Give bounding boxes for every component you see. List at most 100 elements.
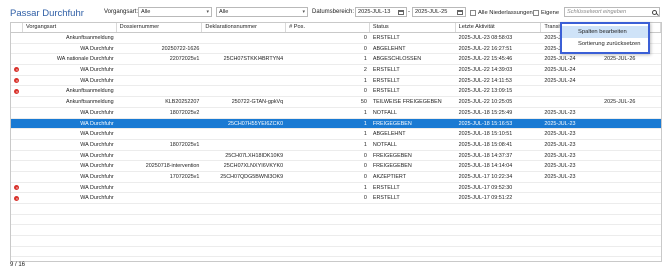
cell-extra <box>601 161 661 171</box>
cell-vorgangsart: Ankunftsanmeldung <box>66 35 114 41</box>
cell-transitfrist: 2025-JUL-24 <box>544 56 576 63</box>
cell-letzte-aktivitaet: 2025-JUL-22 10:25:05 <box>458 99 513 106</box>
menu-item-spalten-bearbeiten[interactable]: Spalten bearbeiten <box>562 26 648 38</box>
cell-vorgangsart: WA Durchfuhr <box>80 109 114 116</box>
table-row[interactable]: × WA Durchfuhr 1 ERSTELLT 2025-JUL-22 14:11:… <box>11 76 661 87</box>
status-icon-cell: × <box>11 193 23 203</box>
cell-extra <box>601 86 661 96</box>
cell-transitfrist: 2025-JUL-24 <box>544 67 576 74</box>
status-icon-cell: × <box>11 65 23 75</box>
cell-status: AKZEPTIERT <box>372 173 407 180</box>
status-icon-cell <box>11 172 23 182</box>
error-icon: × <box>14 78 20 84</box>
cell-status: FREIGEGEBEN <box>372 120 412 127</box>
cell-letzte-aktivitaet: 2025-JUL-18 15:16:53 <box>458 120 513 127</box>
status-icon-cell: × <box>11 183 23 193</box>
table-row[interactable]: WA Durchfuhr 25CH07H55YEI6ZCK0 1 FREIGEGEBE… <box>11 118 661 130</box>
cell-letzte-aktivitaet: 2025-JUL-22 14:39:03 <box>458 67 513 74</box>
cell-status: ERSTELLT <box>372 35 400 41</box>
cell-status: ABGELEHNT <box>372 131 406 138</box>
status-icon-cell <box>11 129 23 139</box>
column-header-deklarationsnummer[interactable]: Deklarationsnummer <box>202 23 287 32</box>
cell-dossiernummer <box>117 193 203 203</box>
cell-vorgangsart: Ankunftsanmeldung <box>66 88 114 95</box>
cell-deklarationsnummer <box>202 193 286 203</box>
error-icon: × <box>14 195 20 201</box>
status-icon-cell <box>11 97 23 107</box>
vorgangsart-select[interactable]: Alle ▾ <box>138 7 212 17</box>
empty-row <box>11 257 661 261</box>
cell-pos: 0 <box>363 195 367 202</box>
column-header-dossiernummer[interactable]: Dossiernummer <box>117 23 203 32</box>
cell-status: ABGELEHNT <box>372 45 406 52</box>
second-filter-select[interactable]: Alle ▾ <box>216 7 308 17</box>
cell-extra <box>601 65 661 75</box>
table-row[interactable]: WA Durchfuhr 20250718-intervention 25CH07X… <box>11 161 661 172</box>
cell-deklarationsnummer <box>202 129 286 139</box>
table-row[interactable]: × WA Durchfuhr 0 ERSTELLT 2025-JUL-17 09:51:… <box>11 193 661 204</box>
cell-deklarationsnummer <box>202 140 286 150</box>
cell-pos: 0 <box>363 152 367 159</box>
cell-letzte-aktivitaet: 2025-JUL-23 08:58:03 <box>458 35 513 41</box>
column-header-letzte-aktivitaet[interactable]: Letzte Aktivität <box>456 23 542 32</box>
row-counter: 9 / 16 <box>10 262 26 268</box>
calendar-icon[interactable] <box>457 9 463 15</box>
cell-dossiernummer: 17072025v1 <box>169 173 200 180</box>
cell-pos: 0 <box>363 163 367 170</box>
cell-dossiernummer: 18072025v1 <box>169 141 200 148</box>
table-row[interactable]: WA Durchfuhr 18072025v2 1 NOTFALL 2025-JUL-1… <box>11 108 661 119</box>
second-filter-value: Alle <box>219 8 229 15</box>
page-title: Passar Durchfuhr <box>10 8 84 19</box>
alle-niederlassungen-checkbox[interactable]: Alle Niederlassungen <box>470 8 533 18</box>
table-row[interactable]: × WA Durchfuhr 2 ERSTELLT 2025-JUL-22 14:39:… <box>11 65 661 76</box>
status-icon-cell <box>11 119 23 129</box>
cell-transitfrist: 2025-JUL-24 <box>544 77 576 84</box>
table-row[interactable]: WA Durchfuhr 17072025v1 25CH07QDG5BWNI3OK9… <box>11 172 661 183</box>
table-row[interactable]: × WA Durchfuhr 1 ERSTELLT 2025-JUL-17 09:52:… <box>11 183 661 194</box>
cell-deklarationsnummer <box>202 86 286 96</box>
cell-pos: 1 <box>363 77 367 84</box>
table-row[interactable]: × Ankunftsanmeldung 0 ERSTELLT 2025-JUL-22 1… <box>11 86 661 98</box>
column-header-vorgangsart[interactable]: Vorgangsart <box>23 23 117 32</box>
cell-vorgangsart: Ankunftsanmeldung <box>66 99 114 106</box>
cell-status: ERSTELLT <box>372 184 400 191</box>
cell-pos: 1 <box>363 109 367 116</box>
eigene-checkbox[interactable]: Eigene <box>533 8 559 18</box>
column-header-status-icon[interactable] <box>11 23 23 32</box>
cell-letzte-aktivitaet: 2025-JUL-22 13:09:15 <box>458 88 513 95</box>
date-from-input[interactable]: 2025-JUL-13 <box>355 7 407 17</box>
cell-deklarationsnummer: 250722-GTAN-gpkVq <box>231 99 284 106</box>
cell-dossiernummer <box>117 129 203 139</box>
table-row[interactable]: WA Durchfuhr 18072025v1 1 NOTFALL 2025-JUL-1… <box>11 140 661 151</box>
search-input[interactable]: Schlüsselwort eingeben <box>564 7 660 17</box>
cell-transitfrist: 2025-JUL-23 <box>544 173 576 180</box>
search-icon[interactable] <box>652 9 657 15</box>
cell-letzte-aktivitaet: 2025-JUL-18 15:10:51 <box>458 131 513 138</box>
cell-vorgangsart: WA Durchfuhr <box>80 120 114 127</box>
checkbox-box[interactable] <box>533 10 539 16</box>
menu-item-sortierung-zuruecksetzen[interactable]: Sortierung zurücksetzen <box>562 38 648 50</box>
table-row[interactable]: WA Durchfuhr 25CH07LXH18IDK10K9 0 FREIGEGEB… <box>11 151 661 162</box>
table-row[interactable]: WA nationale Durchfuhr 22072025v1 25CH07ST… <box>11 54 661 66</box>
cell-extra <box>601 108 661 118</box>
table-row[interactable]: WA Durchfuhr 1 ABGELEHNT 2025-JUL-18 15:10:… <box>11 129 661 140</box>
cell-deklarationsnummer: 25CH07XLNXYI6VKYK0 <box>223 163 284 170</box>
cell-status: NOTFALL <box>372 141 397 148</box>
checkbox-box[interactable] <box>470 10 476 16</box>
cell-transitfrist: 2025-JUL-23 <box>544 163 576 170</box>
cell-deklarationsnummer: 25CH07LXH18IDK10K9 <box>225 152 284 159</box>
table-row[interactable]: Ankunftsanmeldung KLB20252207 250722-GTAN-… <box>11 97 661 108</box>
column-header-pos[interactable]: # Pos. <box>286 23 370 32</box>
cell-extra <box>601 76 661 86</box>
cell-letzte-aktivitaet: 2025-JUL-18 15:25:49 <box>458 109 513 116</box>
calendar-icon[interactable] <box>398 9 404 15</box>
cell-transitfrist: 2025-JUL-23 <box>544 152 576 159</box>
date-to-input[interactable]: 2025-JUL-25 <box>412 7 466 17</box>
status-icon-cell <box>11 44 23 54</box>
chevron-down-icon: ▾ <box>302 8 305 15</box>
cell-status: ERSTELLT <box>372 88 400 95</box>
cell-letzte-aktivitaet: 2025-JUL-22 14:11:53 <box>458 77 512 84</box>
cell-letzte-aktivitaet: 2025-JUL-17 10:22:34 <box>458 173 513 180</box>
column-header-status[interactable]: Status <box>370 23 456 32</box>
empty-row <box>11 247 661 258</box>
